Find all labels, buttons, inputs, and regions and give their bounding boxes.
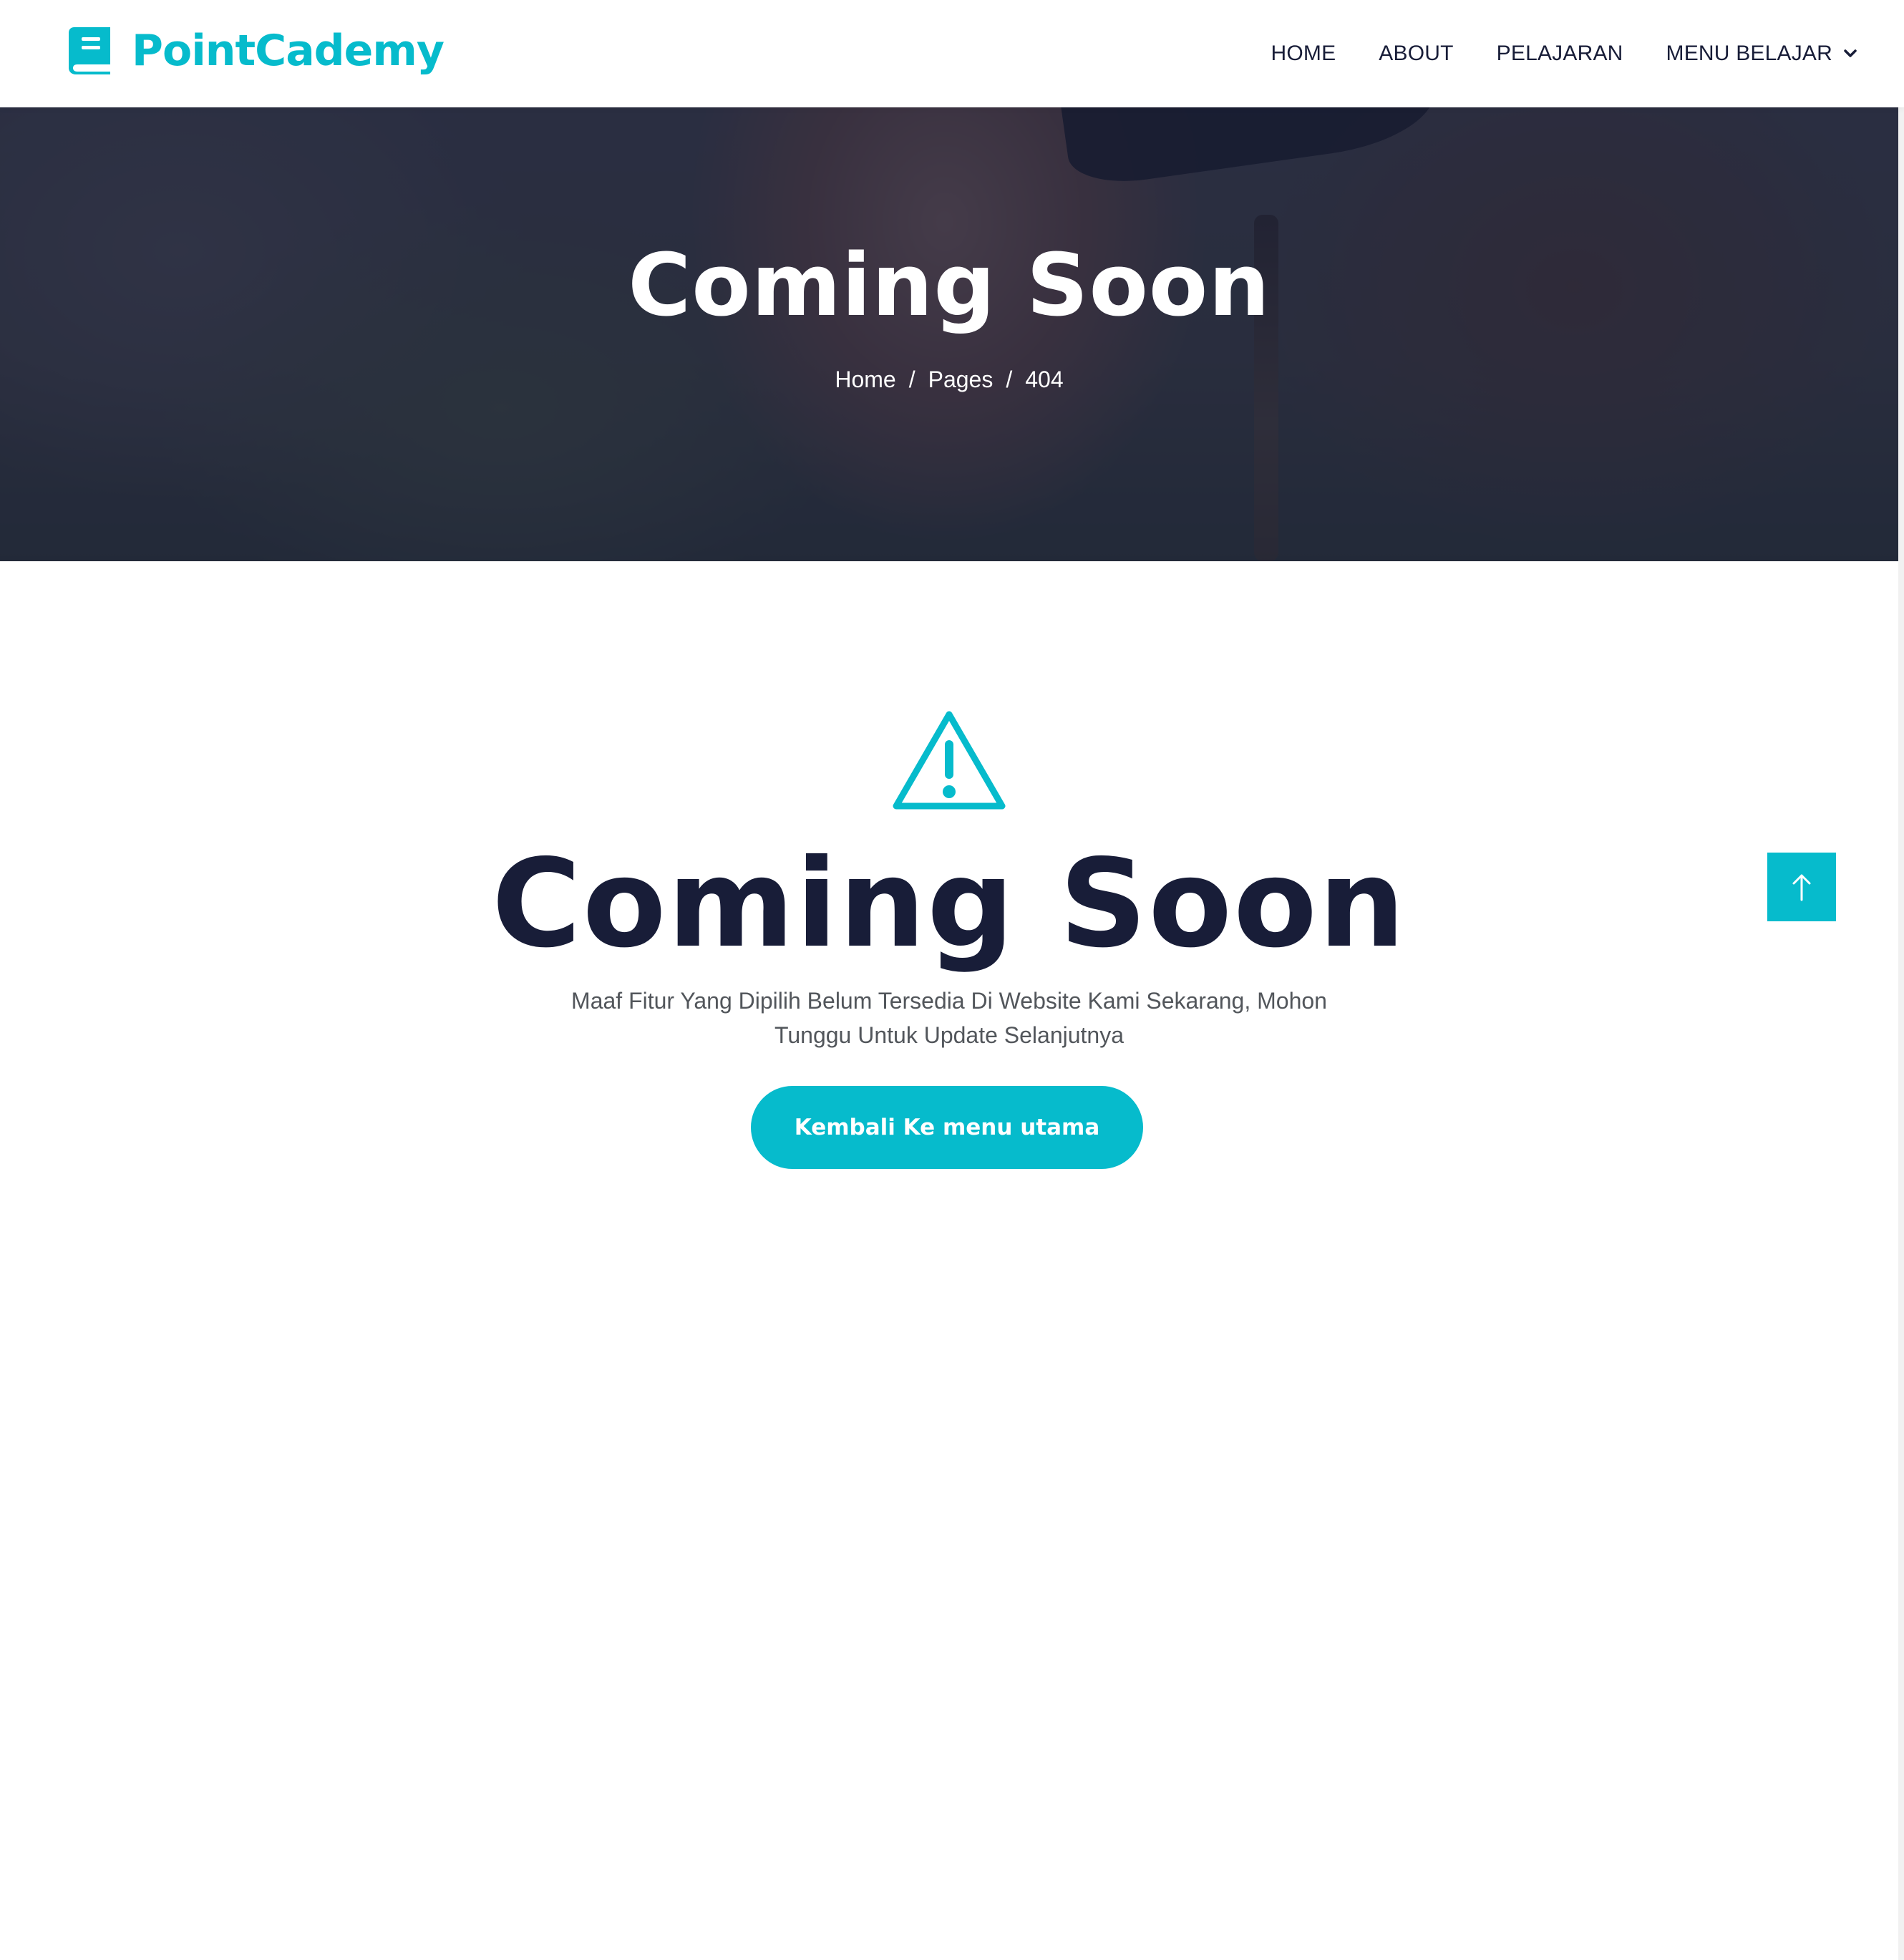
nav-item-label: HOME [1271,42,1336,65]
breadcrumb-separator: / [1006,367,1013,392]
hero-banner: Coming Soon Home / Pages / 404 [0,107,1898,561]
hero-title: Coming Soon [628,236,1271,336]
scrollbar[interactable] [1898,0,1904,1960]
navbar: PointCademy HOME ABOUT PELAJARAN MENU BE… [0,0,1904,107]
page-title: Coming Soon [492,833,1407,975]
chevron-down-icon [1844,49,1857,57]
back-to-home-button[interactable]: Kembali Ke menu utama [751,1086,1143,1169]
breadcrumb-current: 404 [1025,367,1064,392]
main-nav: HOME ABOUT PELAJARAN MENU BELAJAR [1271,0,1857,107]
breadcrumb-separator: / [908,367,915,392]
brand-name: PointCademy [132,26,445,76]
breadcrumb-pages-link[interactable]: Pages [928,368,994,391]
nav-item-label: PELAJARAN [1496,42,1623,65]
nav-item-about[interactable]: ABOUT [1379,42,1453,66]
breadcrumb-home-link[interactable]: Home [835,368,895,391]
back-to-top-button[interactable] [1767,853,1836,921]
nav-item-pelajaran[interactable]: PELAJARAN [1497,42,1623,66]
nav-item-label: ABOUT [1379,42,1454,65]
brand-logo-link[interactable]: PointCademy [69,26,445,76]
nav-item-menu-belajar-dropdown[interactable]: MENU BELAJAR [1666,42,1857,66]
breadcrumb: Home / Pages / 404 [0,368,1898,391]
nav-item-home[interactable]: HOME [1271,42,1336,66]
warning-triangle-icon [893,711,1006,810]
nav-item-label: MENU BELAJAR [1666,42,1832,65]
arrow-up-icon [1792,874,1811,901]
book-icon [69,27,110,74]
coming-soon-message: Maaf Fitur Yang Dipilih Belum Tersedia D… [571,988,1327,1048]
